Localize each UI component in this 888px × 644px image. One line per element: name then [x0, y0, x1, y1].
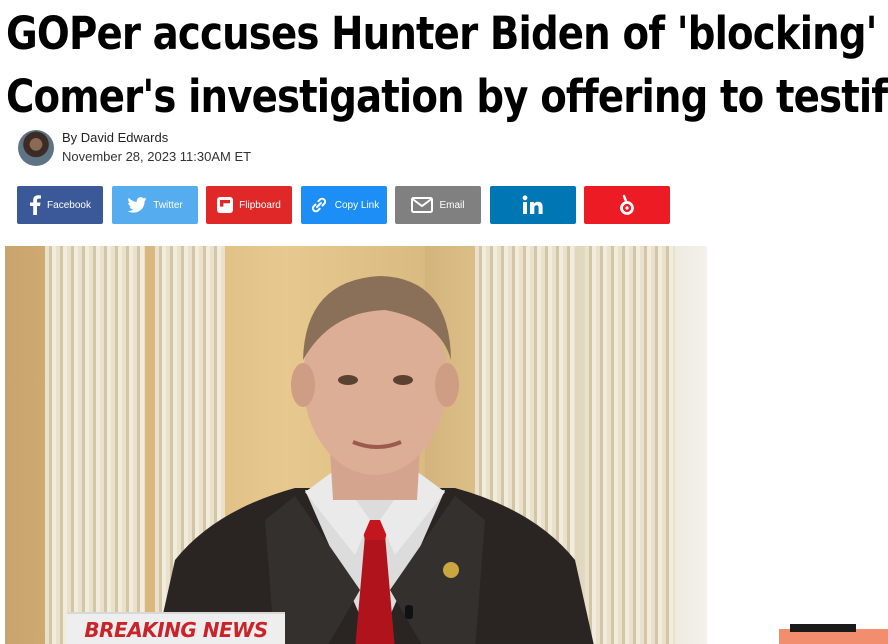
breaking-news-banner: BREAKING NEWS: [67, 612, 285, 644]
headline-line-2: Comer's investigation by offering to tes…: [6, 70, 888, 123]
share-flipboard-button[interactable]: Flipboard: [206, 186, 292, 224]
flipboard-icon: [217, 197, 234, 213]
breaking-news-text: BREAKING NEWS: [84, 618, 268, 642]
share-facebook-label: Facebook: [47, 199, 91, 211]
share-twitter-label: Twitter: [153, 199, 183, 211]
share-bookmark-button[interactable]: [584, 186, 670, 224]
facebook-icon: [30, 195, 42, 215]
congressman-portrait: [156, 276, 594, 644]
share-email-label: Email: [439, 199, 465, 211]
bookmark-service-icon: [620, 194, 634, 215]
background-column: [45, 246, 145, 644]
link-icon: [311, 197, 326, 213]
share-facebook-button[interactable]: Facebook: [17, 186, 103, 224]
share-twitter-button[interactable]: Twitter: [112, 186, 198, 224]
background-column: [585, 246, 675, 644]
article-headline: GOPer accuses Hunter Biden of 'blocking'…: [6, 2, 888, 128]
twitter-bird-icon: [127, 197, 147, 213]
envelope-icon: [411, 197, 434, 213]
headline-line-1: GOPer accuses Hunter Biden of 'blocking': [6, 7, 878, 60]
author-avatar[interactable]: [18, 130, 54, 166]
ad-label-bar: [790, 624, 856, 632]
author-name[interactable]: By David Edwards: [62, 130, 168, 145]
share-flipboard-label: Flipboard: [239, 199, 281, 211]
share-copy-link-button[interactable]: Copy Link: [301, 186, 387, 224]
share-copy-link-label: Copy Link: [334, 199, 380, 211]
hero-image[interactable]: BREAKING NEWS: [5, 246, 707, 644]
share-linkedin-button[interactable]: [490, 186, 576, 224]
publish-date: November 28, 2023 11:30AM ET: [62, 149, 252, 164]
linkedin-icon: [522, 195, 543, 214]
share-email-button[interactable]: Email: [395, 186, 481, 224]
